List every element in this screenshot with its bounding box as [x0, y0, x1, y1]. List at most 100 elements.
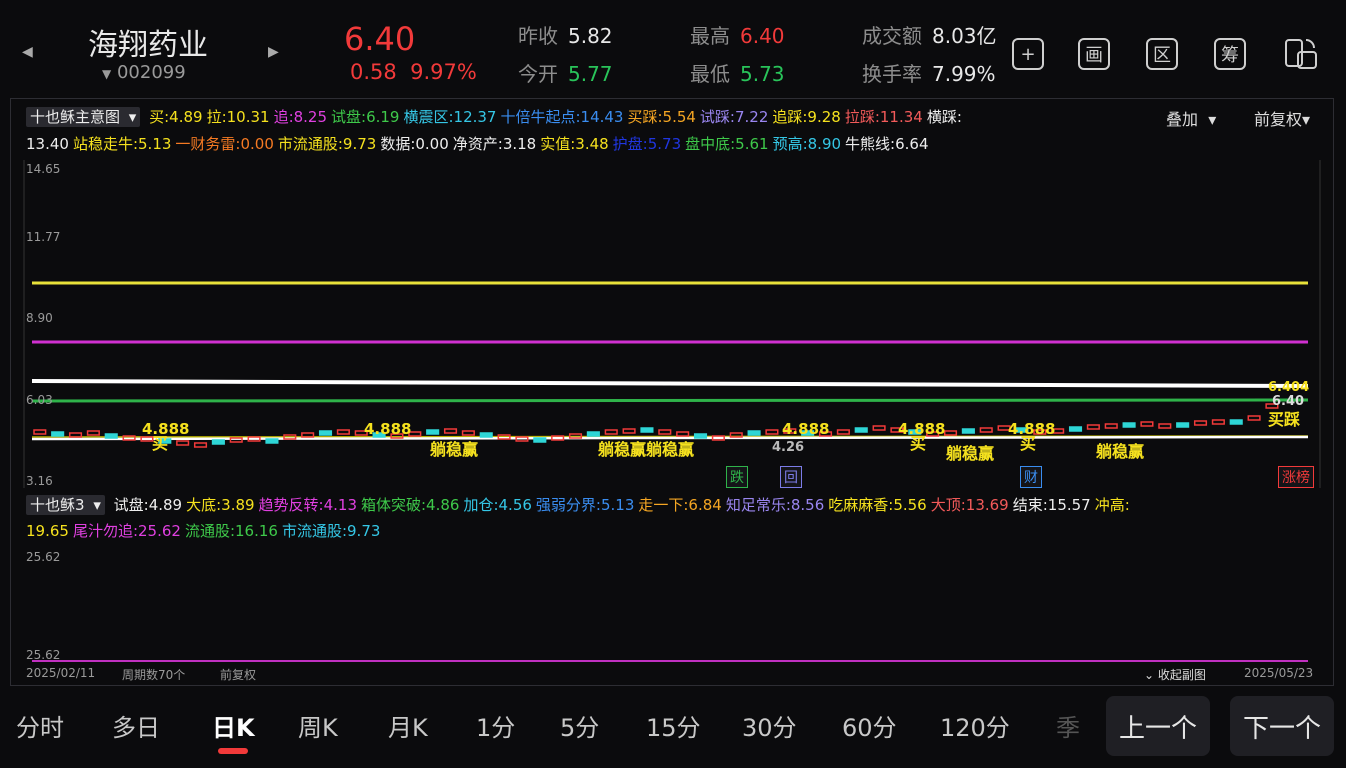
- tag-zhangbang[interactable]: 涨榜: [1278, 466, 1314, 488]
- quote-label: 最高: [690, 24, 730, 48]
- indicator-value: 知足常乐:8.56: [725, 496, 825, 514]
- buy-marker: 买: [910, 434, 927, 453]
- indicator-value: 试盘:4.89: [113, 496, 183, 514]
- period-tab[interactable]: 1分: [476, 708, 515, 743]
- next-stock-arrow[interactable]: ▶: [268, 44, 279, 60]
- tag-die[interactable]: 跌: [726, 466, 748, 488]
- stable-marker: 躺稳赢: [430, 440, 479, 459]
- candle: [68, 432, 83, 438]
- adjust-dropdown[interactable]: 前复权▾: [1254, 106, 1310, 130]
- period-tab[interactable]: 30分: [742, 708, 797, 743]
- indicator-value: 大底:3.89: [186, 496, 255, 514]
- indicator-value: 拉:10.31: [206, 108, 270, 126]
- period-tab[interactable]: 周K: [298, 708, 338, 743]
- sub-indicator-line: [32, 660, 1308, 662]
- candle: [318, 430, 333, 436]
- indicator-value: 追:8.25: [273, 108, 328, 126]
- quote-item: 成交额 8.03亿: [862, 20, 997, 49]
- tag-cai[interactable]: 财: [1020, 466, 1042, 488]
- indicator-value: 数据:0.00: [380, 135, 449, 153]
- chips-button[interactable]: 筹: [1214, 38, 1246, 70]
- candle: [86, 430, 100, 436]
- candle: [622, 428, 636, 434]
- quote-label: 成交额: [862, 24, 922, 48]
- quote-value: 6.40: [740, 24, 785, 48]
- stable-marker: 躺稳赢: [1096, 442, 1145, 461]
- indicator-value: 走一下:6.84: [638, 496, 722, 514]
- indicator-value: 冲高:: [1094, 496, 1130, 514]
- period-tab[interactable]: 120分: [940, 708, 1010, 743]
- main-indicator-line1: 十也稣主意图 ▾ 买:4.89 拉:10.31 追:8.25 试盘:6.19 横震区:1…: [26, 104, 1326, 130]
- main-indicator-selector[interactable]: 十也稣主意图 ▾: [26, 107, 141, 127]
- prev-button[interactable]: 上一个: [1106, 696, 1210, 756]
- period-tab[interactable]: 季: [1056, 708, 1080, 743]
- candle: [229, 437, 243, 443]
- candle: [961, 428, 975, 434]
- next-button[interactable]: 下一个: [1230, 696, 1334, 756]
- rotate-screen-icon[interactable]: [1280, 34, 1320, 74]
- candle: [479, 432, 493, 438]
- candle: [301, 432, 315, 438]
- y-label: 14.65: [26, 162, 61, 176]
- stock-code[interactable]: ▼ 002099: [102, 62, 186, 83]
- candle: [1229, 419, 1243, 425]
- period-tab[interactable]: 60分: [842, 708, 897, 743]
- quote-label: 最低: [690, 62, 730, 86]
- candle: [51, 431, 65, 437]
- candle: [211, 439, 225, 445]
- stable-marker: 躺稳赢: [946, 444, 995, 463]
- start-date: 2025/02/11: [26, 666, 96, 680]
- indicator-value: 13.40: [26, 135, 69, 153]
- indicator-value: 箱体突破:4.86: [361, 496, 460, 514]
- candle: [836, 429, 850, 435]
- quote-item: 今开 5.77: [518, 58, 613, 87]
- overlay-dropdown[interactable]: 叠加 ▾: [1166, 106, 1216, 130]
- indicator-value: 站稳走牛:5.13: [72, 135, 172, 153]
- indicator-value: 护盘:5.73: [612, 135, 682, 153]
- y-label: 3.16: [26, 474, 53, 488]
- indicator-value: 追踩:9.28: [772, 108, 841, 126]
- candle: [1158, 423, 1172, 429]
- prev-stock-arrow[interactable]: ◀: [22, 44, 33, 60]
- quote-value: 5.73: [740, 62, 785, 86]
- range-button[interactable]: 区: [1146, 38, 1178, 70]
- sub-indicator-selector[interactable]: 十也稣3 ▾: [26, 495, 105, 515]
- indicator-value: 大顶:13.69: [930, 496, 1009, 514]
- collapse-subchart-button[interactable]: ⌄ 收起副图: [1144, 666, 1206, 683]
- candle: [1122, 422, 1136, 428]
- period-tab[interactable]: 多日: [112, 708, 160, 743]
- price-change: 0.58 9.97%: [350, 60, 477, 84]
- period-tab[interactable]: 日K: [212, 708, 255, 743]
- period-tab[interactable]: 15分: [646, 708, 701, 743]
- indicator-value: 强弱分界:5.13: [535, 496, 635, 514]
- indicator-value: 横震区:12.37: [403, 108, 497, 126]
- period-tab[interactable]: 月K: [388, 708, 428, 743]
- white-line: [31, 379, 1309, 388]
- indicator-value: 净资产:3.18: [452, 135, 537, 153]
- candle: [729, 432, 743, 438]
- sub-indicator-line2: 19.65 尾汁勿追:25.62 流通股:16.16 市流通股:9.73: [26, 518, 388, 544]
- quote-item: 最低 5.73: [690, 58, 785, 87]
- indicator-value: 结束:15.57: [1012, 496, 1091, 514]
- buy-marker: 买: [152, 434, 169, 453]
- indicator-value: 一财务雷:0.00: [175, 135, 274, 153]
- draw-button[interactable]: 画: [1078, 38, 1110, 70]
- period-tab[interactable]: 分时: [16, 708, 64, 743]
- add-watchlist-button[interactable]: +: [1012, 38, 1044, 70]
- candle: [1068, 426, 1083, 432]
- candle: [1140, 421, 1154, 427]
- candle: [765, 429, 779, 435]
- end-date: 2025/05/23: [1244, 666, 1314, 680]
- value-label: 4.888: [364, 420, 412, 438]
- candle: [265, 438, 279, 444]
- tag-hui[interactable]: 回: [780, 466, 802, 488]
- buy-marker: 买: [1020, 434, 1037, 453]
- quote-value: 7.99%: [932, 62, 996, 86]
- period-tab[interactable]: 5分: [560, 708, 599, 743]
- candle: [747, 430, 761, 436]
- candle: [1247, 415, 1261, 421]
- candle: [176, 440, 190, 446]
- indicator-value: 市流通股:9.73: [281, 522, 381, 540]
- candle: [533, 437, 547, 443]
- candle: [658, 429, 672, 435]
